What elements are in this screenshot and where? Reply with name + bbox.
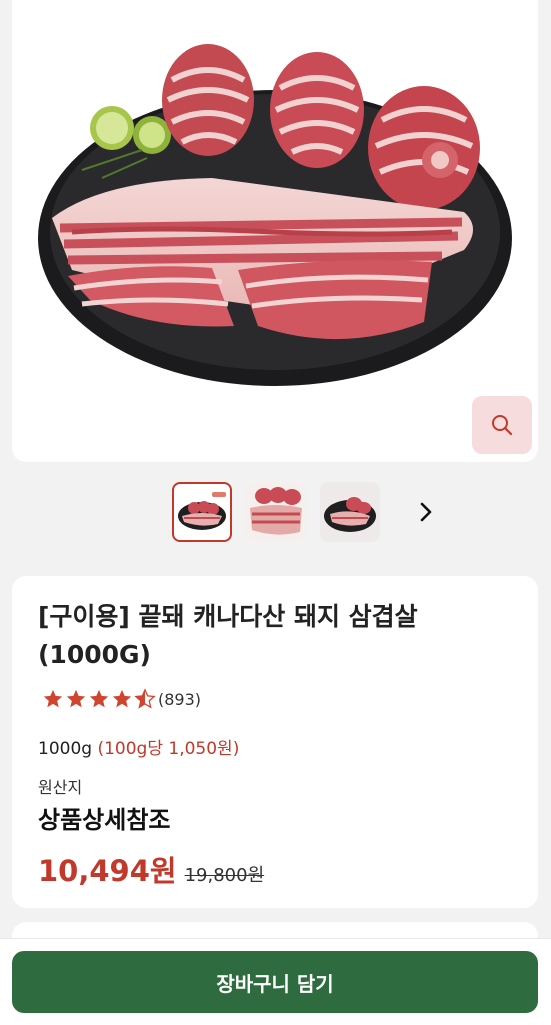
add-to-cart-button[interactable]: 장바구니 담기 xyxy=(12,951,538,1013)
thumbnail-3[interactable] xyxy=(320,482,380,542)
star-half-icon xyxy=(134,688,156,709)
chevron-right-icon xyxy=(420,502,432,522)
star-icon xyxy=(89,689,109,708)
zoom-button[interactable] xyxy=(472,396,532,454)
review-count: (893) xyxy=(158,689,202,709)
thumbnail-image xyxy=(320,482,380,542)
star-icon xyxy=(112,689,132,708)
thumbnail-image xyxy=(246,482,306,542)
origin-value: 상품상세참조 xyxy=(38,806,171,834)
product-image[interactable] xyxy=(12,0,538,462)
rating[interactable]: (893) xyxy=(42,688,201,710)
thumbnail-image xyxy=(178,492,226,530)
thumbnail-1[interactable] xyxy=(172,482,232,542)
unit-price: (100g당 1,050원) xyxy=(97,739,240,759)
pork-belly-photo xyxy=(38,44,512,386)
price-row: 10,494원 19,800원 xyxy=(38,848,264,890)
star-icon xyxy=(66,689,86,708)
thumbnail-2[interactable] xyxy=(246,482,306,542)
thumbnail-strip xyxy=(0,480,551,546)
star-icon xyxy=(43,689,63,708)
product-info-card: [구이용] 끝돼 캐나다산 돼지 삼겹살 (1000G) (893) 1000g… xyxy=(12,576,538,908)
next-thumbnail-button[interactable] xyxy=(410,496,442,528)
bottom-action-bar: 장바구니 담기 xyxy=(0,938,551,1025)
search-icon xyxy=(492,415,513,436)
original-price: 19,800원 xyxy=(184,865,265,886)
sale-price: 10,494원 xyxy=(38,854,177,888)
product-title: [구이용] 끝돼 캐나다산 돼지 삼겹살 (1000G) xyxy=(38,602,418,669)
origin-label: 원산지 xyxy=(38,778,83,797)
weight-row: 1000g (100g당 1,050원) xyxy=(38,734,239,759)
weight: 1000g xyxy=(38,739,93,759)
